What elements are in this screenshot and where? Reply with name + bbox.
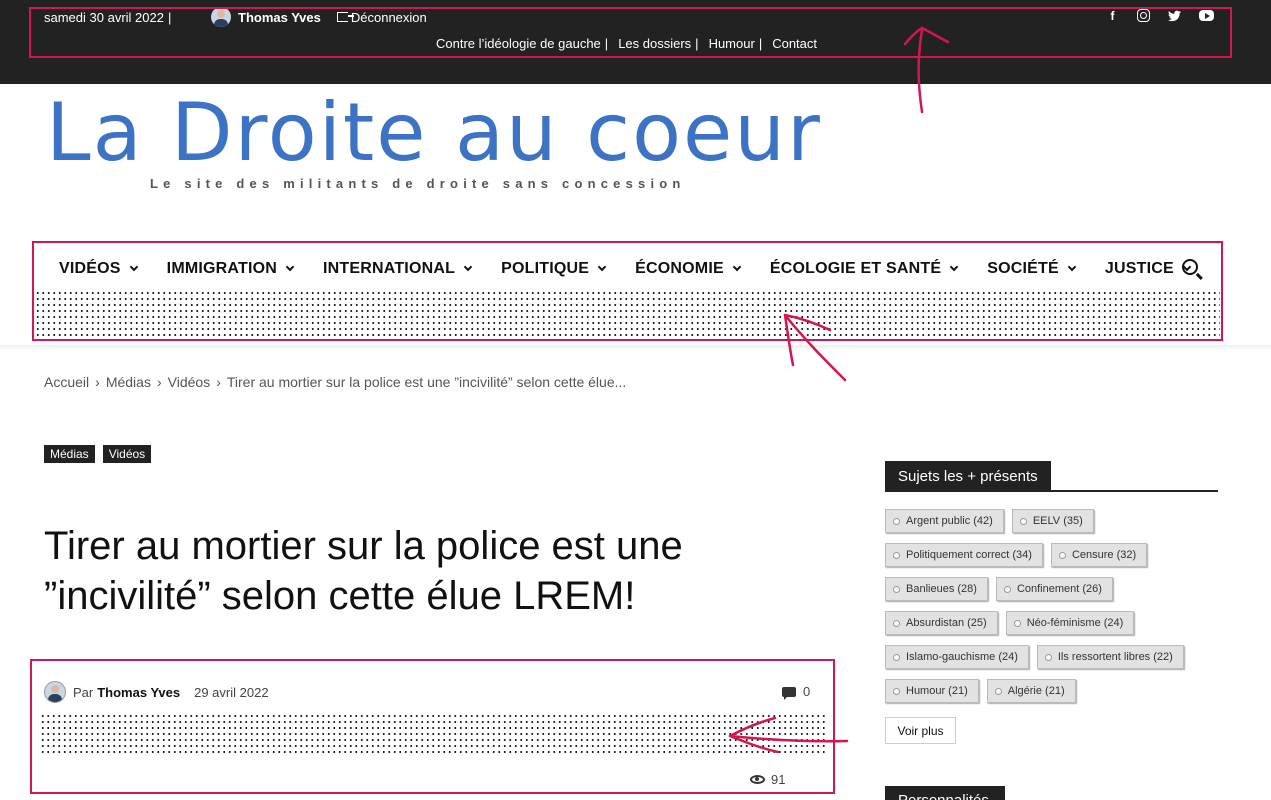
sidebar-personalities-title: Personnalités	[885, 786, 1005, 800]
site-logo[interactable]: La Droite au coeur	[46, 86, 822, 179]
nav-item-societe[interactable]: SOCIÉTÉ	[987, 260, 1077, 278]
nav-item-videos[interactable]: VIDÉOS	[59, 260, 138, 278]
article-date: 29 avril 2022	[194, 684, 269, 700]
chevron-down-icon	[1067, 262, 1077, 272]
user-name[interactable]: Thomas Yves	[238, 10, 321, 25]
site-tagline: Le site des militants de droite sans con…	[150, 176, 686, 191]
top-menu-separator: |	[695, 36, 699, 51]
meta-dotted-pattern	[40, 713, 826, 757]
breadcrumb-medias[interactable]: Médias	[106, 374, 151, 390]
logout-icon	[336, 12, 354, 22]
chevron-down-icon	[950, 262, 959, 272]
breadcrumb-current: Tirer au mortier sur la police est une ”…	[226, 374, 627, 390]
tag-item[interactable]: Confinement (26)	[995, 577, 1113, 601]
comment-icon	[782, 686, 796, 700]
category-tag-videos[interactable]: Vidéos	[102, 445, 152, 463]
nav-item-label[interactable]: VIDÉOS	[59, 260, 121, 278]
top-menu: Contre l’idéologie de gauche | Les dossi…	[436, 36, 817, 51]
tag-item[interactable]: Banlieues (28)	[885, 577, 988, 601]
nav-item-justice[interactable]: JUSTICE	[1105, 260, 1192, 278]
nav-item-label[interactable]: SOCIÉTÉ	[987, 260, 1059, 278]
tag-item[interactable]: Argent public (42)	[885, 509, 1004, 533]
sidebar-tags-header: Sujets les + présents	[885, 461, 1218, 492]
user-avatar	[211, 7, 231, 27]
facebook-icon[interactable]: f	[1106, 9, 1119, 23]
nav-item-immigration[interactable]: IMMIGRATION	[167, 260, 295, 278]
tag-item[interactable]: Ils ressortent libres (22)	[1036, 645, 1184, 669]
tag-item[interactable]: Censure (32)	[1050, 543, 1148, 567]
chevron-down-icon	[597, 262, 607, 272]
voir-plus-button[interactable]: Voir plus	[885, 717, 956, 744]
nav-item-label[interactable]: ÉCOLOGIE ET SANTÉ	[770, 260, 941, 278]
top-menu-item-dossiers[interactable]: Les dossiers	[618, 36, 691, 51]
breadcrumb-separator: ›	[156, 374, 162, 390]
views-count: 91	[750, 772, 785, 787]
breadcrumb-videos[interactable]: Vidéos	[168, 374, 211, 390]
logout-link[interactable]: Déconnexion	[336, 10, 427, 25]
comments-count: 0	[803, 684, 811, 699]
top-menu-item-contact[interactable]: Contact	[772, 36, 817, 51]
nav-item-label[interactable]: POLITIQUE	[501, 260, 589, 278]
social-links: f	[1106, 9, 1214, 23]
by-label: Par	[73, 684, 94, 700]
instagram-icon[interactable]	[1137, 9, 1150, 22]
author-avatar[interactable]	[44, 681, 66, 703]
top-menu-item-ideologie[interactable]: Contre l’idéologie de gauche	[436, 36, 601, 51]
logout-label[interactable]: Déconnexion	[351, 10, 427, 25]
chevron-down-icon	[129, 262, 138, 272]
nav-item-label[interactable]: ÉCONOMIE	[635, 260, 724, 278]
twitter-icon[interactable]	[1168, 9, 1181, 22]
article-title: Tirer au mortier sur la police est une ”…	[44, 524, 683, 618]
breadcrumb-separator: ›	[216, 374, 221, 390]
top-menu-separator: |	[604, 36, 609, 51]
top-menu-separator: |	[758, 36, 763, 51]
search-icon[interactable]	[1182, 259, 1198, 275]
nav-item-economie[interactable]: ÉCONOMIE	[635, 260, 742, 278]
nav-item-label[interactable]: JUSTICE	[1105, 260, 1174, 278]
nav-item-label[interactable]: IMMIGRATION	[167, 260, 277, 278]
sidebar-tags-title: Sujets les + présents	[885, 461, 1051, 490]
article-categories: Médias Vidéos	[44, 445, 152, 463]
top-bar: samedi 30 avril 2022 | Thomas Yves Décon…	[0, 0, 1271, 84]
nav-item-ecologie-sante[interactable]: ÉCOLOGIE ET SANTÉ	[770, 260, 959, 278]
chevron-down-icon	[463, 262, 473, 272]
nav-item-politique[interactable]: POLITIQUE	[501, 260, 607, 278]
youtube-icon[interactable]	[1199, 10, 1214, 21]
tag-item[interactable]: Islamo-gauchisme (24)	[885, 645, 1029, 669]
nav-dotted-pattern	[35, 290, 1220, 338]
top-menu-item-humour[interactable]: Humour	[709, 36, 755, 51]
nav-item-international[interactable]: INTERNATIONAL	[323, 260, 473, 278]
tag-item[interactable]: Humour (21)	[885, 679, 979, 703]
tag-item[interactable]: Absurdistan (25)	[885, 611, 998, 635]
tag-item[interactable]: Néo-féminisme (24)	[1005, 611, 1135, 635]
tag-item[interactable]: Politiquement correct (34)	[885, 543, 1043, 567]
current-date: samedi 30 avril 2022	[44, 9, 164, 25]
main-navigation: VIDÉOS IMMIGRATION INTERNATIONAL POLITIQ…	[0, 250, 1271, 290]
nav-divider	[0, 345, 1271, 351]
top-bar-info: samedi 30 avril 2022 | Thomas Yves Décon…	[44, 7, 427, 27]
nav-item-label[interactable]: INTERNATIONAL	[323, 260, 455, 278]
eye-icon	[750, 775, 765, 784]
breadcrumb-separator: ›	[95, 374, 100, 390]
breadcrumb-home[interactable]: Accueil	[44, 374, 89, 390]
date-separator: |	[167, 9, 172, 25]
author-name[interactable]: Thomas Yves	[97, 685, 180, 700]
chevron-down-icon	[285, 262, 295, 272]
chevron-down-icon	[732, 262, 742, 272]
article-meta: Par Thomas Yves 29 avril 2022	[44, 681, 269, 703]
tag-item[interactable]: Algérie (21)	[986, 679, 1076, 703]
tag-cloud: Argent public (42) EELV (35) Politiqueme…	[885, 509, 1218, 703]
category-tag-medias[interactable]: Médias	[44, 445, 95, 463]
comments-count-link[interactable]: 0	[782, 684, 811, 700]
tag-item[interactable]: EELV (35)	[1011, 509, 1094, 533]
views-count-value: 91	[771, 772, 786, 787]
breadcrumb: Accueil › Médias › Vidéos › Tirer au mortier s…	[44, 374, 626, 390]
user-profile-link[interactable]: Thomas Yves Déconnexion	[211, 7, 427, 27]
